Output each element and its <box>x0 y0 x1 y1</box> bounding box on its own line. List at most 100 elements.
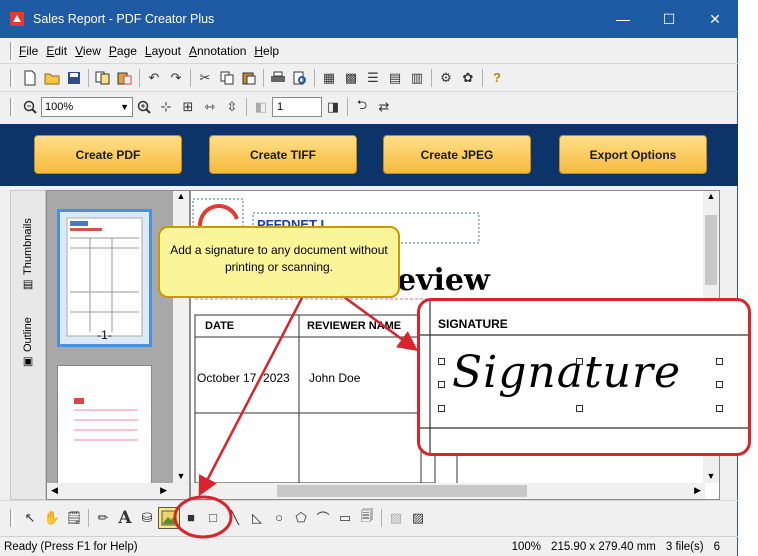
toolbar-grip[interactable] <box>10 508 13 527</box>
flatten-icon[interactable]: ▨ <box>407 507 429 529</box>
maximize-button[interactable]: ☐ <box>646 0 692 38</box>
tab-outline-label: Outline <box>22 317 34 352</box>
export-options-button[interactable]: Export Options <box>559 135 707 174</box>
resize-handle[interactable] <box>438 381 445 388</box>
hscroll-thumb[interactable] <box>277 485 527 497</box>
table-header-reviewer: REVIEWER NAME <box>307 320 402 332</box>
menu-help[interactable]: Help <box>254 44 279 58</box>
menu-edit[interactable]: Edit <box>46 44 67 58</box>
minimize-button[interactable]: — <box>600 0 646 38</box>
cut-icon[interactable]: ✂ <box>194 67 216 89</box>
status-page-size: 215.90 x 279.40 mm <box>551 540 656 553</box>
print-preview-icon[interactable] <box>289 67 311 89</box>
tab-thumbnails[interactable]: ▤ Thumbnails <box>17 205 39 305</box>
previous-page-icon[interactable]: ◧ <box>250 96 272 118</box>
signature-zoom-box: SIGNATURE Signature <box>417 298 751 456</box>
stamp-icon[interactable]: ⛁ <box>136 507 158 529</box>
menu-layout[interactable]: Layout <box>145 44 181 58</box>
create-tiff-button[interactable]: Create TIFF <box>209 135 357 174</box>
form-icon[interactable]: ▧ <box>385 507 407 529</box>
signature-header: SIGNATURE <box>438 317 508 331</box>
resize-handle[interactable] <box>716 381 723 388</box>
resize-handle[interactable] <box>438 405 445 412</box>
properties-icon[interactable]: 🗒 <box>63 507 85 529</box>
save-icon[interactable] <box>63 67 85 89</box>
zoom-select[interactable]: 100% ▼ <box>41 97 133 117</box>
multi-page-icon[interactable]: ▩ <box>340 67 362 89</box>
zoom-out-icon[interactable] <box>19 96 41 118</box>
toolbar-grip[interactable] <box>10 68 13 87</box>
chevron-down-icon: ▼ <box>120 102 129 112</box>
rectangle-icon[interactable]: □ <box>202 507 224 529</box>
status-message: Ready (Press F1 for Help) <box>4 540 138 553</box>
fit-width-icon[interactable]: ⇿ <box>199 96 221 118</box>
open-folder-icon[interactable] <box>41 67 63 89</box>
page-number-input[interactable] <box>272 97 322 117</box>
redo-icon[interactable]: ↷ <box>165 67 187 89</box>
ellipse-icon[interactable]: ○ <box>268 507 290 529</box>
menu-view[interactable]: View <box>75 44 101 58</box>
print-icon[interactable] <box>267 67 289 89</box>
select-arrow-icon[interactable]: ↖ <box>19 507 41 529</box>
zoom-in-icon[interactable] <box>133 96 155 118</box>
table-cell-reviewer: John Doe <box>309 371 361 385</box>
layout-view-icon[interactable]: ▥ <box>406 67 428 89</box>
resize-handle[interactable] <box>576 358 583 365</box>
close-button[interactable]: ✕ <box>692 0 738 38</box>
plugins-icon[interactable]: ✿ <box>457 67 479 89</box>
callout-icon[interactable]: ▭ <box>334 507 356 529</box>
line-icon[interactable]: ╲ <box>224 507 246 529</box>
zoom-value: 100% <box>45 101 74 113</box>
rotate-page-icon[interactable]: ⮌ <box>351 96 373 118</box>
note-icon[interactable]: 🗐 <box>356 507 378 529</box>
paste-pages-icon[interactable] <box>114 67 136 89</box>
resize-handle[interactable] <box>716 405 723 412</box>
table-header-date: DATE <box>205 320 235 332</box>
filled-rectangle-icon[interactable]: ■ <box>180 507 202 529</box>
text-tool-icon[interactable]: A <box>114 507 136 529</box>
resize-handle[interactable] <box>716 358 723 365</box>
outline-icon: ▣ <box>22 355 35 369</box>
polyline-icon[interactable]: ⌒ <box>312 507 334 529</box>
tab-outline[interactable]: ▣ Outline <box>17 309 39 377</box>
toolbar-grip[interactable] <box>10 41 13 60</box>
page-thumbnail[interactable]: -1- <box>57 209 152 347</box>
thumbnail-hscrollbar[interactable]: ◀ ▶ <box>47 483 189 499</box>
callout-tip: Add a signature to any document without … <box>158 226 400 298</box>
menu-page[interactable]: Page <box>109 44 137 58</box>
resize-handle[interactable] <box>576 405 583 412</box>
single-page-icon[interactable]: ▦ <box>318 67 340 89</box>
paste-icon[interactable] <box>238 67 260 89</box>
hand-tool-icon[interactable]: ✋ <box>41 507 63 529</box>
menu-annotation[interactable]: Annotation <box>189 44 246 58</box>
create-pdf-button[interactable]: Create PDF <box>34 135 182 174</box>
toolbar-grip[interactable] <box>10 98 13 116</box>
fit-page-icon[interactable]: ⊞ <box>177 96 199 118</box>
copy-icon[interactable] <box>216 67 238 89</box>
grid-view-icon[interactable]: ▤ <box>384 67 406 89</box>
settings-icon[interactable]: ⚙ <box>435 67 457 89</box>
resize-handle[interactable] <box>438 358 445 365</box>
help-icon[interactable]: ? <box>486 67 508 89</box>
list-view-icon[interactable]: ☰ <box>362 67 384 89</box>
status-page: 6 <box>713 540 720 553</box>
document-hscrollbar[interactable]: ▶ <box>191 483 705 499</box>
pan-tool-icon[interactable]: ⊹ <box>155 96 177 118</box>
polygon-icon[interactable]: ⬠ <box>290 507 312 529</box>
new-file-icon[interactable] <box>19 67 41 89</box>
pencil-icon[interactable]: ✏ <box>92 507 114 529</box>
menu-file[interactable]: File <box>19 44 38 58</box>
scroll-thumb[interactable] <box>705 215 717 285</box>
swap-pages-icon[interactable]: ⇄ <box>373 96 395 118</box>
status-files: 3 file(s) <box>665 540 704 553</box>
signature-script: Signature <box>452 347 682 398</box>
next-page-icon[interactable]: ◨ <box>322 96 344 118</box>
undo-icon[interactable]: ↶ <box>143 67 165 89</box>
copy-pages-icon[interactable] <box>92 67 114 89</box>
page-thumbnail[interactable] <box>57 365 152 495</box>
triangle-icon[interactable]: ◺ <box>246 507 268 529</box>
fit-height-icon[interactable]: ⇳ <box>221 96 243 118</box>
create-jpeg-button[interactable]: Create JPEG <box>383 135 531 174</box>
review-heading: eview <box>397 263 490 298</box>
signature-image-icon[interactable] <box>158 506 180 529</box>
